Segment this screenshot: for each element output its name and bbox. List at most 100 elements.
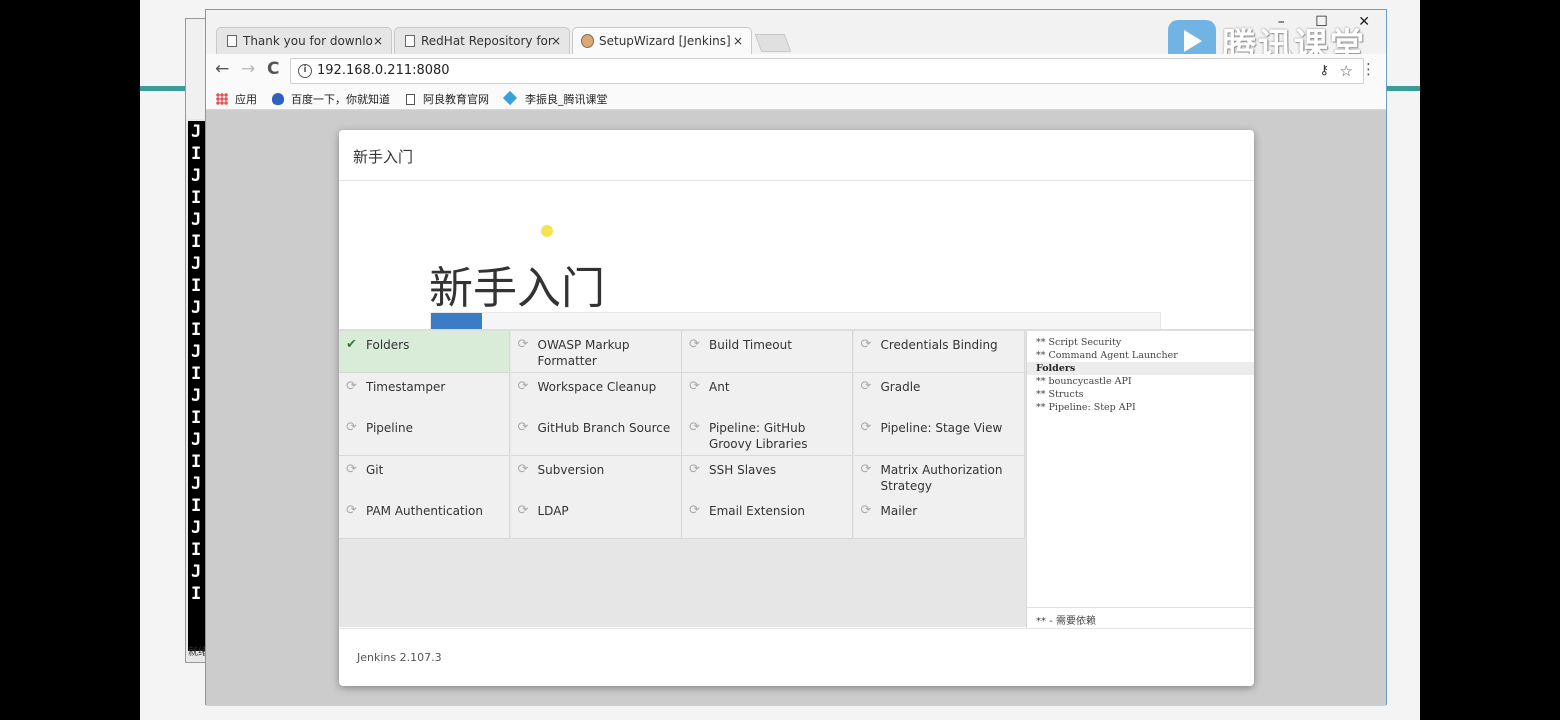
- close-icon[interactable]: ×: [551, 28, 561, 54]
- plugin-name: Subversion: [537, 462, 605, 477]
- plugin-cell: ⟳ SSH Slaves: [682, 455, 853, 498]
- bookmark-label: 百度一下，你就知道: [291, 93, 390, 106]
- tab-setup-wizard[interactable]: SetupWizard [Jenkins] ×: [572, 27, 752, 54]
- spinner-icon: ⟳: [517, 337, 529, 352]
- install-log[interactable]: ** Script Security ** Command Agent Launc…: [1026, 331, 1254, 629]
- plugin-cell: ⟳ Timestamper: [339, 372, 510, 415]
- bookmark-aliang[interactable]: 阿良教育官网: [406, 91, 489, 107]
- terminal-line: J: [191, 210, 202, 230]
- plugin-cell: ⟳ Ant: [682, 372, 853, 415]
- terminal-line: J: [191, 122, 202, 142]
- spinner-icon: ⟳: [517, 503, 529, 518]
- plugin-cell: ⟳ LDAP: [510, 497, 682, 539]
- bookmark-apps[interactable]: 应用: [216, 91, 257, 107]
- desktop-accent-line: [140, 86, 190, 91]
- terminal-line: J: [191, 562, 202, 582]
- dialog-header: 新手入门: [339, 130, 1254, 181]
- url-text: 192.168.0.211:8080: [317, 63, 450, 78]
- paw-icon: [272, 93, 284, 105]
- terminal-line: J: [191, 386, 202, 406]
- desktop-accent-line: [1384, 86, 1420, 91]
- install-progress-bar: [430, 312, 1161, 330]
- minimize-button[interactable]: –: [1278, 14, 1285, 30]
- plugin-name: Pipeline: GitHub Groovy Libraries: [709, 421, 808, 451]
- plugin-name: Mailer: [880, 504, 918, 518]
- back-button[interactable]: ←: [215, 59, 229, 79]
- spinner-icon: ⟳: [346, 503, 357, 518]
- terminal-line: I: [191, 188, 202, 208]
- plugin-name: Gradle: [880, 379, 921, 394]
- spinner-icon: ⟳: [346, 378, 357, 394]
- terminal-line: I: [191, 232, 202, 252]
- tab-redhat-repository[interactable]: RedHat Repository for ×: [394, 27, 570, 54]
- tab-title: Thank you for downlo: [243, 34, 373, 48]
- log-footer: ** - 需要依赖: [1027, 607, 1254, 629]
- close-icon[interactable]: ×: [733, 28, 743, 54]
- terminal-line: J: [191, 474, 202, 494]
- plugin-cell: ⟳ GitHub Branch Source: [510, 414, 682, 456]
- terminal-line: I: [191, 496, 202, 516]
- close-icon[interactable]: ×: [373, 28, 383, 54]
- terminal-line: I: [191, 452, 202, 472]
- terminal-line: I: [191, 584, 202, 604]
- plugin-name: PAM Authentication: [366, 504, 483, 518]
- checkmark-icon: ✔: [346, 337, 357, 352]
- tab-thank-you[interactable]: Thank you for downlo ×: [216, 27, 392, 54]
- terminal-line: J: [191, 298, 202, 318]
- info-icon[interactable]: i: [298, 64, 312, 78]
- terminal-output: JIJIJIJIJIJIJIJIJIJIJI: [188, 121, 206, 651]
- desktop: JIJIJIJIJIJIJIJIJIJIJI 就绪 Thank you for …: [140, 0, 1420, 720]
- plugin-cell: ⟳ Mailer: [853, 497, 1025, 539]
- plugin-install-area: ✔ Folders ⟳ OWASP Markup Formatter ⟳ Build Ti…: [339, 329, 1254, 629]
- forward-button[interactable]: →: [241, 59, 255, 79]
- terminal-line: I: [191, 540, 202, 560]
- bookmark-tencent[interactable]: 李振良_腾讯课堂: [502, 90, 608, 107]
- maximize-button[interactable]: ☐: [1315, 14, 1328, 30]
- close-window-button[interactable]: ✕: [1358, 14, 1370, 30]
- plugin-name: Matrix Authorization Strategy: [880, 462, 1003, 493]
- terminal-line: I: [191, 364, 202, 384]
- spinner-icon: ⟳: [517, 461, 529, 477]
- menu-icon[interactable]: ⋮: [1361, 60, 1376, 78]
- spinner-icon: ⟳: [689, 337, 700, 352]
- plugin-name: Email Extension: [709, 504, 806, 518]
- spinner-icon: ⟳: [860, 420, 872, 435]
- jenkins-icon: [581, 34, 594, 48]
- spinner-icon: ⟳: [346, 420, 357, 435]
- tab-title: SetupWizard [Jenkins]: [599, 34, 731, 48]
- bookmark-label: 应用: [235, 93, 257, 106]
- window-controls: – ☐ ✕: [1252, 14, 1370, 30]
- terminal-line: J: [191, 430, 202, 450]
- plugin-cell: ⟳ Build Timeout: [682, 331, 853, 373]
- spinner-icon: ⟳: [346, 461, 357, 477]
- plugin-name: Build Timeout: [709, 338, 792, 352]
- plugin-cell: ⟳ Pipeline: Stage View: [853, 414, 1025, 456]
- document-icon: [227, 35, 237, 47]
- bookmark-baidu[interactable]: 百度一下，你就知道: [272, 91, 390, 107]
- key-icon[interactable]: ⚷: [1319, 59, 1329, 83]
- new-tab-button[interactable]: [754, 34, 792, 52]
- diamond-icon: [502, 90, 518, 106]
- setup-wizard-dialog: 新手入门 新手入门 ✔ Folders ⟳ OWASP Markup Formatte…: [339, 130, 1254, 686]
- spinner-icon: ⟳: [860, 503, 872, 518]
- browser-toolbar: ← → C i 192.168.0.211:8080 ⚷ ☆ ⋮: [206, 54, 1386, 88]
- terminal-line: I: [191, 320, 202, 340]
- plugin-name: Workspace Cleanup: [537, 379, 657, 394]
- plugin-cell: ⟳ Subversion: [510, 455, 682, 498]
- terminal-line: J: [191, 166, 202, 186]
- star-icon[interactable]: ☆: [1340, 59, 1353, 83]
- log-line: ** Structs: [1036, 389, 1084, 400]
- mouse-cursor-highlight: [541, 225, 553, 237]
- page-viewport: 新手入门 新手入门 ✔ Folders ⟳ OWASP Markup Formatte…: [206, 111, 1386, 706]
- plugin-name: Pipeline: Stage View: [880, 421, 1003, 435]
- plugin-name: Timestamper: [366, 379, 446, 394]
- terminal-line: J: [191, 254, 202, 274]
- plugin-cell: ⟳ Email Extension: [682, 497, 853, 539]
- reload-button[interactable]: C: [267, 59, 279, 79]
- hero-section: 新手入门: [339, 182, 1254, 330]
- address-bar[interactable]: i 192.168.0.211:8080 ⚷ ☆: [290, 58, 1364, 84]
- plugin-cell: ⟳ Git: [339, 455, 510, 498]
- plugin-name: Credentials Binding: [880, 338, 998, 352]
- plugin-cell: ⟳ Pipeline: [339, 414, 510, 456]
- plugin-name: GitHub Branch Source: [537, 421, 671, 435]
